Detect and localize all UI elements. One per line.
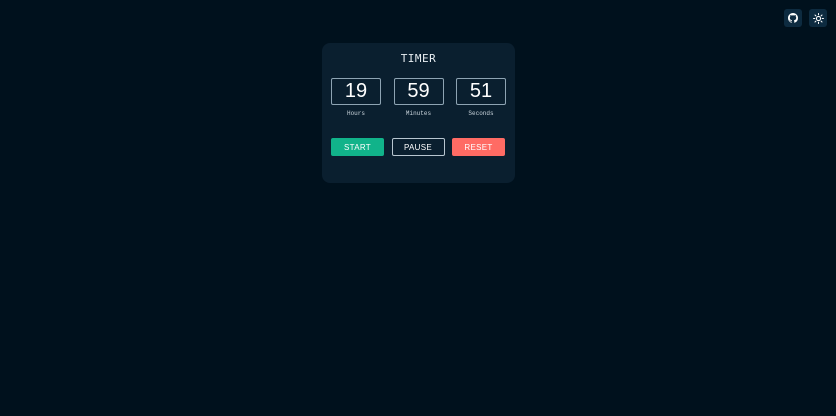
timer-controls: START PAUSE RESET — [331, 138, 505, 156]
minutes-unit: 59 Minutes — [393, 78, 444, 117]
github-icon — [788, 13, 798, 23]
reset-button[interactable]: RESET — [452, 138, 505, 156]
seconds-value[interactable]: 51 — [456, 78, 506, 105]
hours-label: Hours — [346, 110, 365, 117]
hours-value[interactable]: 19 — [331, 78, 381, 105]
pause-button[interactable]: PAUSE — [391, 138, 445, 156]
top-toolbar — [784, 9, 827, 27]
theme-toggle-button[interactable] — [809, 9, 827, 27]
timer-title: TIMER — [400, 52, 437, 65]
seconds-label: Seconds — [468, 110, 494, 117]
minutes-label: Minutes — [405, 110, 432, 117]
start-button[interactable]: START — [331, 138, 384, 156]
sun-icon — [812, 12, 824, 24]
timer-card: TIMER 19 Hours 59 Minutes 51 Seconds STA… — [322, 43, 515, 183]
seconds-unit: 51 Seconds — [456, 78, 506, 117]
time-display: 19 Hours 59 Minutes 51 Seconds — [331, 78, 506, 117]
hours-unit: 19 Hours — [331, 78, 381, 117]
minutes-value[interactable]: 59 — [393, 78, 444, 105]
github-button[interactable] — [784, 9, 802, 27]
